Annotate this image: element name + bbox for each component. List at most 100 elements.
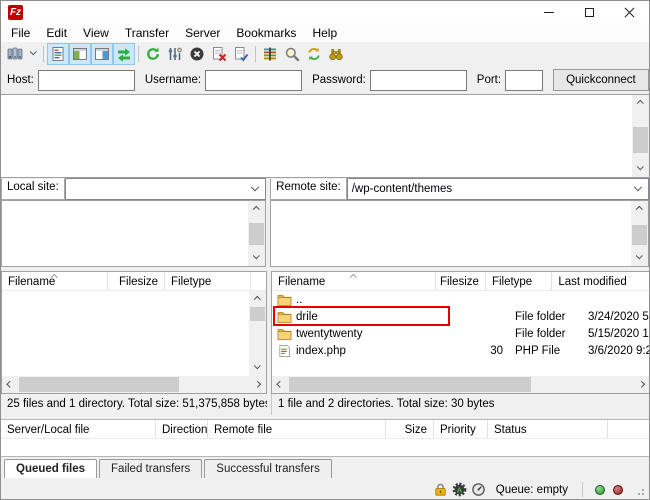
maximize-button[interactable] <box>569 1 609 23</box>
column-header-size[interactable]: Size <box>386 420 434 438</box>
minimize-button[interactable] <box>529 1 569 23</box>
scrollbar-thumb[interactable] <box>289 377 531 392</box>
chevron-down-icon <box>30 48 36 54</box>
column-header-server-local-file[interactable]: Server/Local file <box>1 420 156 438</box>
remote-list-body[interactable]: ..drileFile folder3/24/2020 5:0twentytwe… <box>272 291 650 376</box>
message-log-scrollbar[interactable] <box>632 95 649 177</box>
tab-successful-transfers[interactable]: Successful transfers <box>204 459 332 478</box>
password-input[interactable] <box>370 70 467 91</box>
remote-tree-view[interactable] <box>270 200 649 267</box>
scrollbar-thumb[interactable] <box>19 377 179 392</box>
disconnect-button[interactable] <box>208 43 230 65</box>
toggle-remote-tree-icon <box>94 46 110 62</box>
reconnect-button[interactable] <box>230 43 252 65</box>
local-list-body[interactable] <box>2 291 266 376</box>
port-input[interactable] <box>505 70 543 91</box>
cancel-button[interactable] <box>186 43 208 65</box>
host-input[interactable] <box>38 70 135 91</box>
toggle-transfer-queue-button[interactable] <box>113 43 135 65</box>
scroll-down-icon[interactable] <box>249 361 266 376</box>
status-bar: A Queue: empty <box>1 478 649 500</box>
maximize-icon <box>585 8 594 17</box>
menu-help[interactable]: Help <box>304 25 345 41</box>
scrollbar-thumb[interactable] <box>633 127 648 153</box>
column-header-filesize[interactable]: Filesize <box>108 272 165 290</box>
scroll-right-icon[interactable] <box>249 376 266 393</box>
scroll-left-icon[interactable] <box>272 376 289 393</box>
remote-horizontal-scrollbar[interactable] <box>272 376 650 393</box>
find-files-button[interactable] <box>325 43 347 65</box>
local-list-scrollbar[interactable] <box>249 291 266 376</box>
menu-view[interactable]: View <box>75 25 117 41</box>
refresh-icon <box>145 46 161 62</box>
scroll-left-icon[interactable] <box>2 376 19 393</box>
chevron-down-icon <box>634 183 642 191</box>
local-tree-view[interactable] <box>1 200 266 267</box>
toggle-remote-tree-button[interactable] <box>91 43 113 65</box>
filter-button[interactable] <box>259 43 281 65</box>
toggle-message-log-button[interactable] <box>47 43 69 65</box>
scrollbar-thumb[interactable] <box>249 223 264 245</box>
menu-transfer[interactable]: Transfer <box>117 25 177 41</box>
scroll-up-icon[interactable] <box>249 291 266 306</box>
remote-site-combobox[interactable]: /wp-content/themes <box>347 178 649 200</box>
filezilla-window: Fz FileEditViewTransferServerBookmarksHe… <box>0 0 650 500</box>
remote-tree-scrollbar[interactable] <box>631 201 648 266</box>
menu-file[interactable]: File <box>3 25 38 41</box>
file-row--[interactable]: .. <box>272 291 650 308</box>
refresh-button[interactable] <box>142 43 164 65</box>
remote-pane: Remote site: /wp-content/themes <box>270 178 649 267</box>
synchronized-browsing-button[interactable] <box>303 43 325 65</box>
scrollbar-thumb[interactable] <box>250 307 265 321</box>
site-manager-button[interactable] <box>4 43 26 65</box>
username-input[interactable] <box>205 70 302 91</box>
scroll-down-icon[interactable] <box>632 162 649 177</box>
column-header-remote-file[interactable]: Remote file <box>208 420 386 438</box>
site-manager-dropdown-button[interactable] <box>26 43 40 65</box>
disconnect-icon <box>211 46 227 62</box>
file-modified: 3/6/2020 9:23 <box>582 345 650 357</box>
quickconnect-button[interactable]: Quickconnect <box>553 69 649 91</box>
scroll-up-icon[interactable] <box>248 201 265 216</box>
column-header-filename[interactable]: Filename <box>272 272 436 290</box>
queue-body[interactable] <box>1 439 649 456</box>
local-tree-scrollbar[interactable] <box>248 201 265 266</box>
tab-failed-transfers[interactable]: Failed transfers <box>99 459 202 478</box>
process-queue-button[interactable] <box>164 43 186 65</box>
local-status-text: 25 files and 1 directory. Total size: 51… <box>1 394 267 415</box>
scrollbar-thumb[interactable] <box>632 225 647 245</box>
menu-server[interactable]: Server <box>177 25 228 41</box>
close-button[interactable] <box>609 1 649 23</box>
resize-grip[interactable] <box>633 484 645 496</box>
site-panes: Local site: Remote site: /wp-content/th <box>1 178 649 267</box>
scroll-down-icon[interactable] <box>631 251 648 266</box>
scroll-down-icon[interactable] <box>248 251 265 266</box>
column-header-last-modified[interactable]: Last modified <box>552 272 650 290</box>
column-header-priority[interactable]: Priority <box>434 420 488 438</box>
menu-edit[interactable]: Edit <box>38 25 75 41</box>
column-header-filetype[interactable]: Filetype <box>486 272 552 290</box>
column-header-filesize[interactable]: Filesize <box>436 272 486 290</box>
column-header-direction[interactable]: Direction <box>156 420 208 438</box>
scroll-right-icon[interactable] <box>633 376 650 393</box>
local-horizontal-scrollbar[interactable] <box>2 376 266 393</box>
remote-status-text: 1 file and 2 directories. Total size: 30… <box>271 394 650 415</box>
file-type: File folder <box>509 328 582 340</box>
tab-queued-files[interactable]: Queued files <box>4 459 97 478</box>
local-site-combobox[interactable] <box>65 178 266 200</box>
message-log[interactable] <box>1 94 649 178</box>
column-header-filename[interactable]: Filename <box>2 272 108 290</box>
scroll-up-icon[interactable] <box>632 95 649 110</box>
column-header-filetype[interactable]: Filetype <box>165 272 251 290</box>
file-row-drile[interactable]: drileFile folder3/24/2020 5:0 <box>272 308 650 325</box>
queue-status-text: Queue: empty <box>496 484 568 496</box>
file-row-index-php[interactable]: index.php30PHP File3/6/2020 9:23 <box>272 342 650 359</box>
file-row-twentytwenty[interactable]: twentytwentyFile folder5/15/2020 12: <box>272 325 650 342</box>
compare-directories-button[interactable] <box>281 43 303 65</box>
column-header-status[interactable]: Status <box>488 420 608 438</box>
cancel-icon <box>189 46 205 62</box>
folder-icon <box>277 293 292 307</box>
toggle-local-tree-button[interactable] <box>69 43 91 65</box>
menu-bookmarks[interactable]: Bookmarks <box>228 25 304 41</box>
scroll-up-icon[interactable] <box>631 201 648 216</box>
